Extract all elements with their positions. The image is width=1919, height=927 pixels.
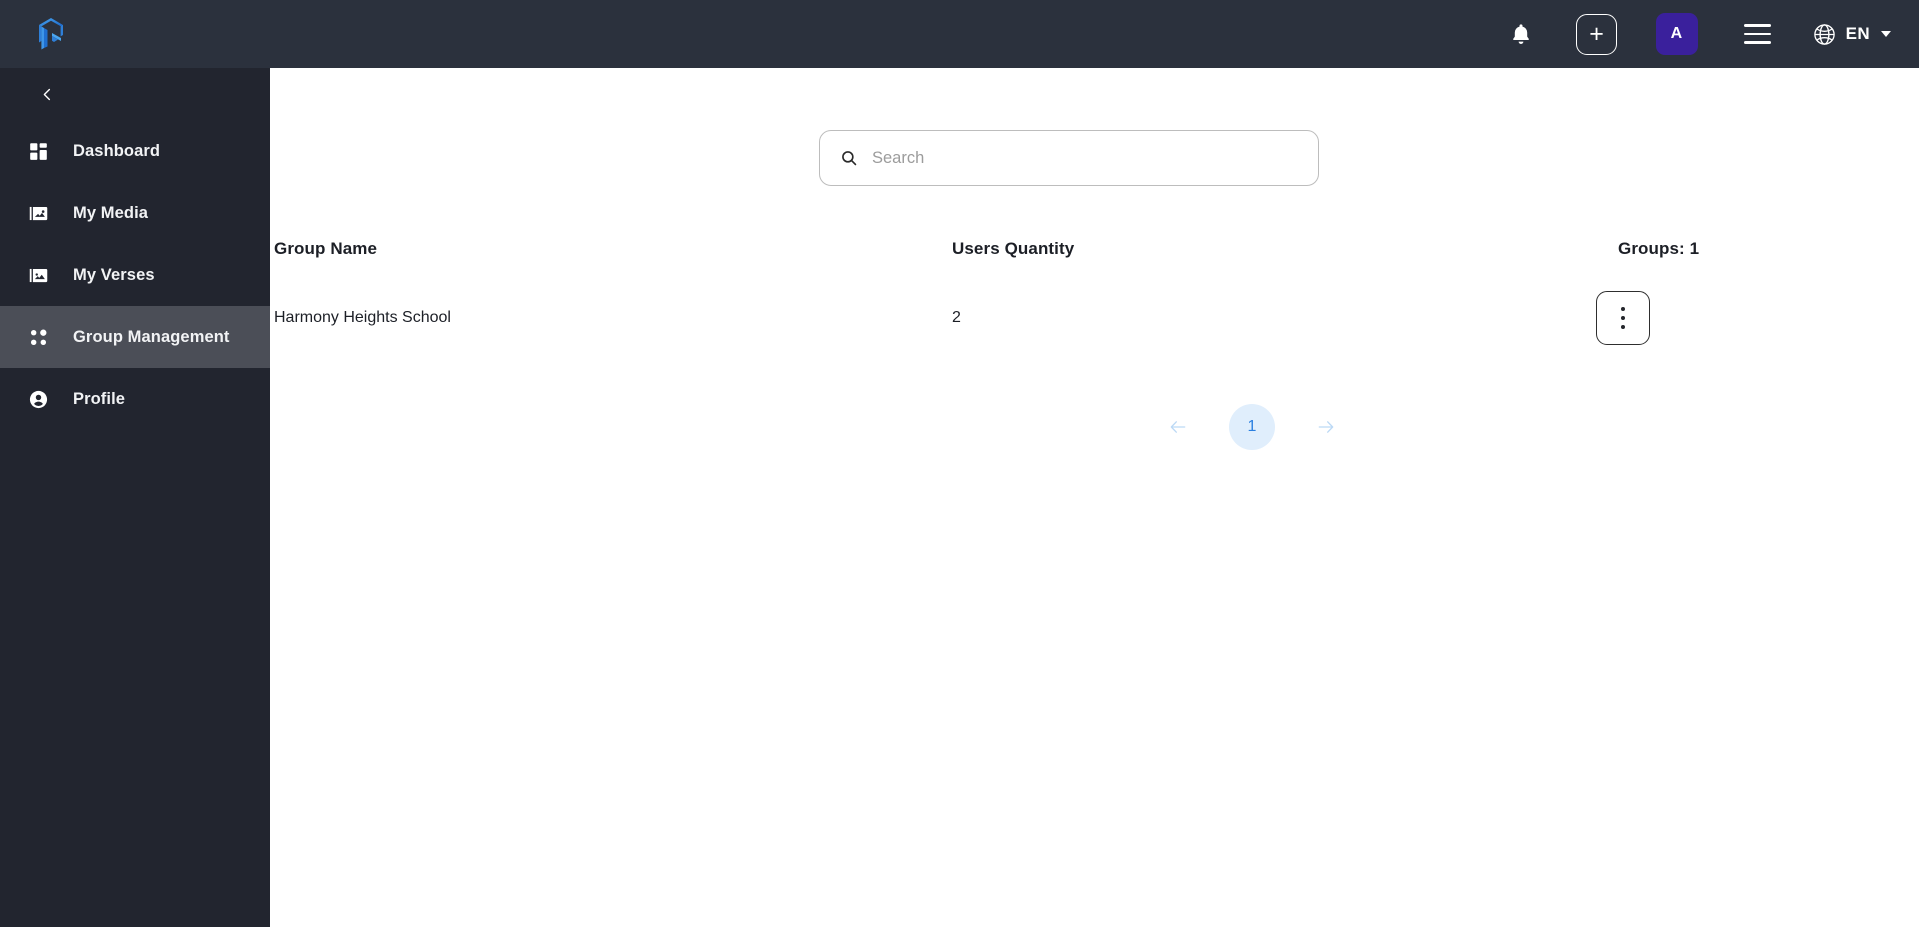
sidebar-collapse-button[interactable] bbox=[36, 83, 58, 105]
search-row bbox=[270, 68, 1919, 186]
cube-logo-icon bbox=[39, 18, 63, 50]
hamburger-line bbox=[1744, 41, 1772, 44]
kebab-dot bbox=[1620, 324, 1626, 329]
pagination-page-1[interactable]: 1 bbox=[1229, 404, 1275, 450]
hamburger-line bbox=[1744, 32, 1772, 36]
bell-icon bbox=[1512, 24, 1529, 44]
sidebar-item-my-verses[interactable]: My Verses bbox=[0, 244, 270, 306]
sidebar-item-dashboard[interactable]: Dashboard bbox=[0, 120, 270, 182]
user-avatar-button[interactable]: A bbox=[1636, 0, 1718, 68]
sidebar-item-label: Profile bbox=[73, 389, 126, 408]
column-header-users-quantity: Users Quantity bbox=[952, 239, 1075, 258]
sidebar-item-my-media[interactable]: My Media bbox=[0, 182, 270, 244]
arrow-left-icon bbox=[1170, 421, 1186, 433]
kebab-dot bbox=[1620, 315, 1626, 321]
hamburger-menu-button[interactable] bbox=[1718, 0, 1798, 68]
verses-image-icon bbox=[27, 264, 50, 287]
chevron-left-icon bbox=[43, 88, 50, 100]
sidebar-item-group-management[interactable]: Group Management bbox=[0, 306, 270, 368]
chevron-down-icon bbox=[1881, 31, 1891, 37]
sidebar-item-label: My Verses bbox=[73, 265, 155, 284]
table-header-row: Group Name Users Quantity Groups: 1 bbox=[270, 228, 1919, 270]
row-actions-button[interactable] bbox=[1596, 291, 1650, 345]
pagination-next-button[interactable] bbox=[1303, 404, 1349, 450]
add-new-button[interactable]: + bbox=[1558, 0, 1636, 68]
arrow-right-icon bbox=[1318, 421, 1334, 433]
search-icon bbox=[842, 151, 857, 166]
avatar: A bbox=[1655, 13, 1698, 55]
cell-row-actions bbox=[1552, 291, 1912, 345]
pagination-prev-button[interactable] bbox=[1155, 404, 1201, 450]
header-actions: + A EN bbox=[1484, 0, 1919, 68]
globe-icon bbox=[1813, 23, 1835, 45]
sidebar-item-label: Group Management bbox=[73, 327, 230, 346]
sidebar: Dashboard My Media My Verses Group Manag… bbox=[0, 68, 270, 927]
sidebar-item-profile[interactable]: Profile bbox=[0, 368, 270, 430]
group-dots-icon bbox=[27, 326, 50, 349]
main-content: Group Name Users Quantity Groups: 1 Harm… bbox=[270, 68, 1919, 927]
language-code: EN bbox=[1845, 24, 1870, 43]
cell-group-name: Harmony Heights School bbox=[274, 309, 451, 326]
app-logo[interactable] bbox=[0, 0, 270, 68]
groups-table: Group Name Users Quantity Groups: 1 Harm… bbox=[270, 228, 1919, 366]
search-input[interactable] bbox=[872, 148, 1298, 168]
notifications-button[interactable] bbox=[1484, 0, 1558, 68]
add-new-label: + bbox=[1576, 13, 1618, 55]
sidebar-collapse-row bbox=[0, 68, 270, 120]
groups-count-label: Groups: 1 bbox=[1618, 239, 1700, 258]
sidebar-item-label: Dashboard bbox=[73, 141, 161, 160]
cell-users-quantity: 2 bbox=[952, 309, 961, 326]
sidebar-item-label: My Media bbox=[73, 203, 149, 222]
pagination: 1 bbox=[270, 404, 1919, 450]
table-row: Harmony Heights School 2 bbox=[270, 270, 1919, 366]
column-header-group-name: Group Name bbox=[274, 239, 378, 258]
kebab-menu-icon bbox=[1620, 307, 1626, 312]
media-folder-icon bbox=[27, 202, 50, 225]
app-root: + A EN Dashboard My Media My Verses Grou… bbox=[0, 0, 1919, 927]
dashboard-grid-icon bbox=[27, 140, 50, 163]
language-selector[interactable]: EN bbox=[1798, 0, 1891, 68]
top-header-bar: + A EN bbox=[0, 0, 1919, 68]
hamburger-menu-icon bbox=[1744, 24, 1772, 27]
search-box[interactable] bbox=[819, 130, 1319, 186]
user-circle-icon bbox=[27, 388, 50, 411]
